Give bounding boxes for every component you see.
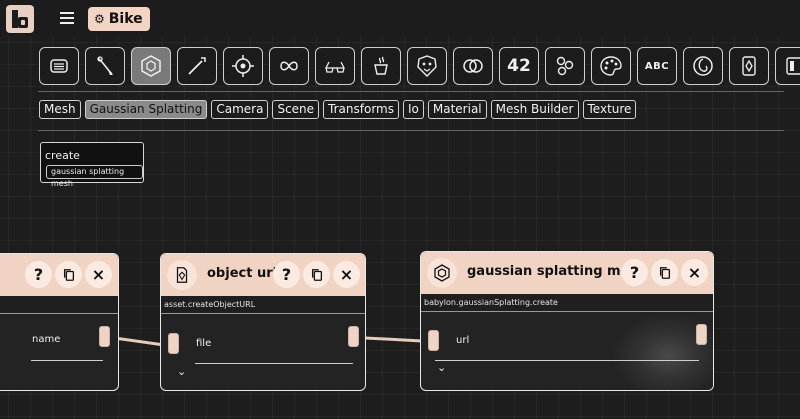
node-title: gaussian splatting mesh — [467, 264, 647, 279]
tab-texture[interactable]: Texture — [582, 100, 637, 119]
toolbar-divider — [38, 91, 784, 92]
node-partial[interactable]: ? × name — [0, 253, 119, 391]
help-button[interactable]: ? — [25, 261, 52, 288]
field-underline — [31, 360, 103, 361]
node-object-url[interactable]: object url ? × asset.createObjectURL fil… — [160, 253, 366, 391]
tab-io[interactable]: Io — [403, 100, 424, 119]
glasses-icon[interactable] — [315, 47, 355, 85]
tag-icon[interactable] — [729, 47, 769, 85]
node-gaussian-splatting-mesh[interactable]: gaussian splatting mesh ? × babylon.gaus… — [420, 251, 714, 391]
layout-icon[interactable] — [775, 47, 800, 85]
output-handle[interactable] — [348, 326, 359, 347]
module-toolbar: 42 ABC — [39, 47, 800, 85]
close-button[interactable]: × — [681, 259, 708, 286]
hexagon-cube-icon — [427, 258, 457, 288]
node-title: object url — [207, 266, 278, 281]
copy-icon — [63, 268, 74, 281]
wand-icon[interactable] — [177, 47, 217, 85]
input-handle[interactable] — [168, 333, 179, 354]
create-gaussian-splatting-mesh-button[interactable]: gaussian splatting mesh — [46, 165, 143, 188]
input-handle[interactable] — [428, 330, 439, 351]
target-icon[interactable] — [223, 47, 263, 85]
chevron-down-icon[interactable]: ⌄ — [177, 365, 186, 378]
copy-button[interactable] — [303, 261, 330, 288]
tab-transforms[interactable]: Transforms — [323, 100, 399, 119]
palette-icon[interactable] — [591, 47, 631, 85]
tab-material[interactable]: Material — [427, 100, 487, 119]
close-button[interactable]: × — [85, 261, 112, 288]
category-tabs: Mesh Gaussian Splatting Camera Scene Tra… — [39, 100, 637, 119]
copy-button[interactable] — [651, 259, 678, 286]
project-label: Bike — [108, 11, 143, 27]
node-subtitle — [0, 296, 118, 314]
top-bar: ⚙ Bike — [0, 0, 800, 36]
brush-icon[interactable] — [85, 47, 125, 85]
help-button[interactable]: ? — [273, 261, 300, 288]
node-subtitle: babylon.gaussianSplatting.create — [421, 294, 713, 312]
rings-icon[interactable] — [453, 47, 493, 85]
molecule-icon[interactable] — [545, 47, 585, 85]
menu-icon[interactable] — [60, 12, 74, 24]
field-file-label: file — [196, 338, 212, 349]
copy-button[interactable] — [55, 261, 82, 288]
copy-icon — [659, 266, 670, 279]
help-button[interactable]: ? — [621, 259, 648, 286]
coffee-icon[interactable] — [361, 47, 401, 85]
lion-icon[interactable] — [407, 47, 447, 85]
project-button[interactable]: ⚙ Bike — [88, 7, 150, 31]
field-url-label: url — [456, 335, 470, 346]
gear-icon: ⚙ — [94, 12, 105, 26]
tab-gaussian-splatting[interactable]: Gaussian Splatting — [84, 100, 208, 119]
number-42-icon[interactable]: 42 — [499, 47, 539, 85]
tab-scene[interactable]: Scene — [272, 100, 320, 119]
app-logo[interactable] — [6, 5, 34, 33]
create-panel: create gaussian splatting mesh — [40, 142, 144, 188]
chevron-down-icon[interactable]: ⌄ — [437, 361, 446, 374]
swirl-icon[interactable] — [683, 47, 723, 85]
infinity-icon[interactable] — [269, 47, 309, 85]
field-underline — [435, 360, 699, 361]
field-name-label: name — [32, 334, 61, 345]
create-title: create — [45, 149, 80, 162]
output-handle[interactable] — [696, 324, 707, 345]
tabs-divider — [38, 130, 784, 131]
field-underline — [195, 363, 353, 364]
hexagon-cube-icon[interactable] — [131, 47, 171, 85]
tab-camera[interactable]: Camera — [211, 100, 269, 119]
close-button[interactable]: × — [333, 261, 360, 288]
file-icon — [167, 260, 197, 290]
copy-icon — [311, 268, 322, 281]
node-subtitle: asset.createObjectURL — [161, 296, 365, 314]
tab-mesh-builder[interactable]: Mesh Builder — [490, 100, 579, 119]
list-icon[interactable] — [39, 47, 79, 85]
tab-mesh[interactable]: Mesh — [39, 100, 81, 119]
output-handle[interactable] — [99, 326, 110, 347]
abc-icon[interactable]: ABC — [637, 47, 677, 85]
